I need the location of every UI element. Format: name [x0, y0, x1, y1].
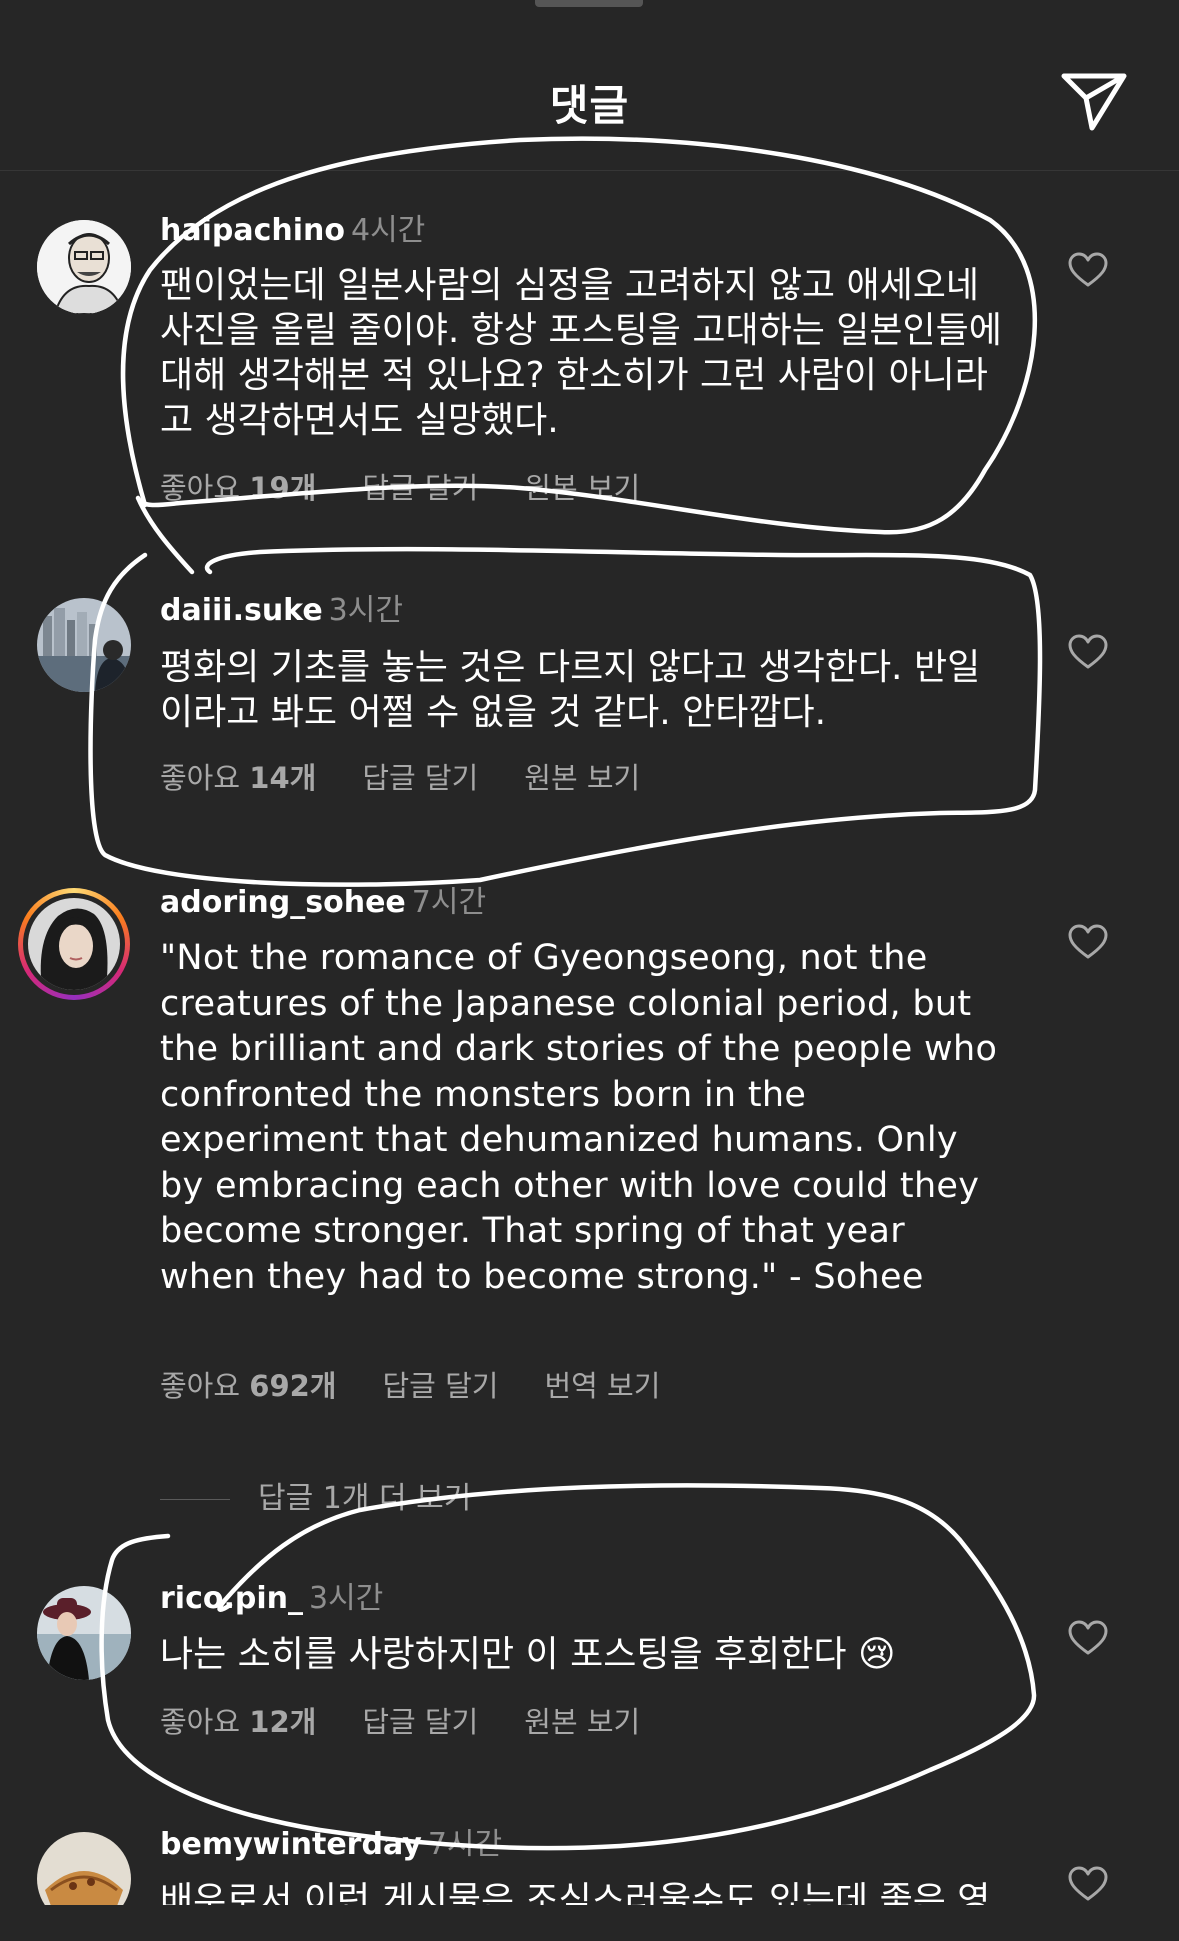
likes-label: 좋아요: [160, 1369, 250, 1403]
screen-bottom-edge: [0, 1905, 1179, 1941]
comment-time: 7시간: [411, 885, 487, 920]
likes-count[interactable]: 좋아요 19개: [160, 471, 316, 505]
comment-username[interactable]: haipachino: [160, 213, 345, 248]
heart-icon[interactable]: [1068, 1620, 1108, 1656]
heart-icon[interactable]: [1068, 634, 1108, 670]
story-ring[interactable]: [18, 888, 130, 1000]
comment-actions: 좋아요 14개 답글 달기 원본 보기: [160, 760, 686, 796]
comment-time: 3시간: [308, 1581, 384, 1616]
comment-header: bemywinterday 7시간: [160, 1827, 502, 1863]
comment-header: haipachino 4시간: [160, 213, 425, 249]
heart-icon[interactable]: [1068, 1866, 1108, 1902]
comment-time: 3시간: [328, 593, 403, 628]
likes-label: 좋아요: [160, 1705, 250, 1739]
avatar[interactable]: [37, 220, 131, 314]
comment-username[interactable]: rico.pin_: [160, 1581, 303, 1616]
header-title: 댓글: [549, 81, 630, 130]
heart-icon[interactable]: [1068, 924, 1108, 960]
avatar: [28, 898, 120, 990]
comment-text: 팬이었는데 일본사람의 심정을 고려하지 않고 애세오네 사진을 올릴 줄이야.…: [160, 265, 1002, 441]
comment-username[interactable]: daiii.suke: [160, 593, 323, 628]
comment-time: 4시간: [351, 213, 426, 248]
comments-header: 댓글: [0, 0, 1179, 171]
likes-label: 좋아요: [160, 761, 250, 795]
likes-number: 692개: [249, 1369, 337, 1403]
comment-time: 7시간: [427, 1827, 503, 1862]
likes-number: 14개: [249, 761, 317, 795]
see-translation-button[interactable]: 번역 보기: [544, 1369, 660, 1403]
comment-text: 평화의 기초를 놓는 것은 다르지 않다고 생각한다. 반일이라고 봐도 어쩔 …: [160, 647, 981, 733]
heart-icon[interactable]: [1068, 252, 1108, 288]
view-more-replies-button[interactable]: 답글 1개 더 보기: [160, 1473, 471, 1517]
likes-number: 19개: [249, 471, 317, 505]
likes-count[interactable]: 좋아요 14개: [160, 761, 316, 795]
see-original-button[interactable]: 원본 보기: [524, 1705, 640, 1739]
likes-number: 12개: [249, 1705, 317, 1739]
comment-username[interactable]: bemywinterday: [160, 1827, 422, 1862]
avatar[interactable]: [37, 1586, 131, 1680]
replies-divider: [160, 1499, 230, 1500]
paper-plane-icon[interactable]: [1058, 68, 1130, 134]
reply-button[interactable]: 답글 달기: [362, 761, 478, 795]
comment-header: daiii.suke 3시간: [160, 593, 403, 629]
reply-button[interactable]: 답글 달기: [382, 1369, 498, 1403]
comment-actions: 좋아요 19개 답글 달기 원본 보기: [160, 470, 686, 506]
comment-actions: 좋아요 12개 답글 달기 원본 보기: [160, 1704, 686, 1740]
comment-header: rico.pin_ 3시간: [160, 1581, 383, 1617]
comment-header: adoring_sohee 7시간: [160, 885, 486, 921]
reply-button[interactable]: 답글 달기: [362, 471, 478, 505]
reply-button[interactable]: 답글 달기: [362, 1705, 478, 1739]
comments-screen: 댓글 haipachino 4시간 팬이었는데 일본사람의 심정을 고려하지 않고…: [0, 0, 1179, 1941]
see-original-button[interactable]: 원본 보기: [524, 471, 640, 505]
likes-count[interactable]: 좋아요 12개: [160, 1705, 316, 1739]
comment-text: 나는 소히를 사랑하지만 이 포스팅을 후회한다 😢: [160, 1634, 896, 1675]
avatar[interactable]: [37, 598, 131, 692]
comment-actions: 좋아요 692개 답글 달기 번역 보기: [160, 1368, 706, 1404]
comment-text: "Not the romance of Gyeongseong, not the…: [160, 938, 998, 1297]
see-original-button[interactable]: 원본 보기: [524, 761, 640, 795]
view-more-replies-label: 답글 1개 더 보기: [258, 1481, 472, 1516]
comment-username[interactable]: adoring_sohee: [160, 885, 406, 920]
likes-count[interactable]: 좋아요 692개: [160, 1369, 336, 1403]
likes-label: 좋아요: [160, 471, 250, 505]
